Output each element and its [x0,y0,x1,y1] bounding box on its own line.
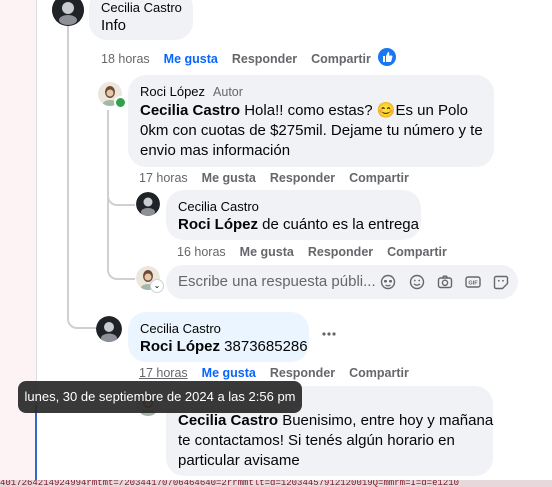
comment-bubble: Cecilia Castro Info [89,0,193,40]
comment-text: Roci López 3873685286 [140,338,308,355]
emoji-icon[interactable] [409,274,425,290]
mention-link[interactable]: Roci López [178,216,258,233]
thread-line-main [67,26,69,316]
svg-text:GIF: GIF [468,281,478,287]
share-button[interactable]: Compartir [349,366,409,380]
comment-text: Roci López de cuánto es la entrega [178,216,419,233]
reply-button[interactable]: Responder [308,245,373,259]
comment-bubble: Roci López Autor Cecilia Castro Hola!! co… [128,75,494,167]
like-reaction-icon[interactable] [378,48,396,66]
like-button[interactable]: Me gusta [202,366,256,380]
smile-emoji-icon: 😊 [376,102,396,119]
share-button[interactable]: Compartir [387,245,447,259]
share-button[interactable]: Compartir [349,171,409,185]
comment-actions: 18 horas Me gusta Responder Compartir [101,52,385,66]
thread-line-nested [107,110,109,268]
avatar[interactable] [136,192,160,216]
thread-elbow-reply-3 [67,305,97,329]
comment-bubble: Cecilia Castro Roci López de cuánto es l… [166,190,421,240]
like-button[interactable]: Me gusta [240,245,294,259]
mention-link[interactable]: Cecilia Castro [178,412,278,429]
comment-bubble: Cecilia Castro Roci López 3873685286 [128,312,309,362]
comment-time[interactable]: 16 horas [177,245,226,259]
reply-input-placeholder: Escribe una respuesta públi... [178,273,376,290]
comment-actions: 17 horas Me gusta Responder Compartir [139,366,423,380]
like-button[interactable]: Me gusta [164,52,218,66]
reply-button[interactable]: Responder [232,52,297,66]
reply-button[interactable]: Responder [270,366,335,380]
comment-author[interactable]: Cecilia Castro [140,321,221,336]
sticker-icon[interactable] [493,274,509,290]
reply-button[interactable]: Responder [270,171,335,185]
mention-link[interactable]: Roci López [140,338,220,355]
comment-actions: 17 horas Me gusta Responder Compartir [139,171,423,185]
comment-text: Cecilia Castro Hola!! como estas? 😊Es un… [140,102,483,159]
author-badge: Autor [213,85,243,99]
avatar[interactable] [96,316,122,342]
camera-icon[interactable] [437,274,453,290]
like-button[interactable]: Me gusta [202,171,256,185]
avatar-sticker-icon[interactable] [380,274,396,290]
gif-icon[interactable]: GIF [465,274,481,290]
comment-time[interactable]: 18 horas [101,52,150,66]
reply-input[interactable]: Escribe una respuesta públi... GIF [166,265,518,299]
avatar[interactable] [52,0,84,26]
comment-time[interactable]: 17 horas [139,366,188,380]
comment-time[interactable]: 17 horas [139,171,188,185]
status-bar-url: 4017264214924994rmtmt=/20344170706464640… [0,480,552,487]
more-options-icon[interactable] [319,326,339,342]
comment-author[interactable]: Cecilia Castro [178,199,259,214]
online-status-badge [114,96,127,109]
comment-author[interactable]: Cecilia Castro [101,0,182,15]
profile-switch-chevron-icon[interactable]: ⌄ [150,279,164,293]
comment-actions: 16 horas Me gusta Responder Compartir [177,245,461,259]
share-button[interactable]: Compartir [311,52,371,66]
comment-text: Cecilia Castro Buenisimo, entre hoy y ma… [178,412,494,469]
mention-link[interactable]: Cecilia Castro [140,102,240,119]
comment-text: Info [101,17,127,34]
comment-author[interactable]: Roci López Autor [140,84,243,99]
thread-elbow-nested-reply [107,190,135,206]
selection-indicator [35,405,37,480]
thread-elbow-reply-box [107,260,135,280]
timestamp-tooltip: lunes, 30 de septiembre de 2024 a las 2:… [18,381,302,413]
